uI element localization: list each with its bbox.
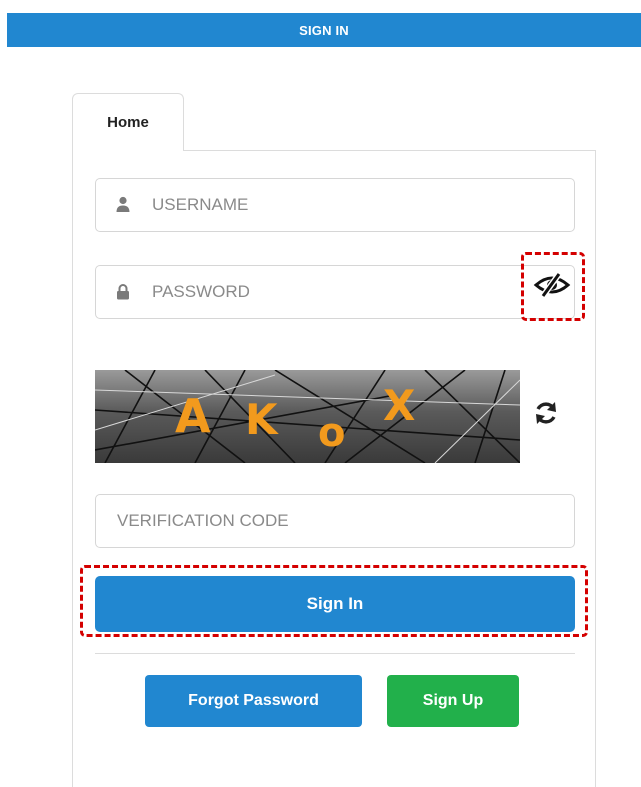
username-input[interactable] — [96, 179, 574, 231]
captcha-char-1: A — [175, 389, 211, 443]
forgot-password-button[interactable]: Forgot Password — [145, 675, 362, 727]
password-field — [95, 265, 575, 319]
username-field — [95, 178, 575, 232]
top-bar: SIGN IN — [7, 13, 641, 47]
tab-home[interactable]: Home — [72, 93, 184, 151]
tab-home-label: Home — [107, 114, 149, 131]
captcha-char-3: o — [318, 410, 345, 456]
page-title: SIGN IN — [299, 22, 349, 38]
captcha-char-2: K — [245, 395, 279, 444]
refresh-captcha-icon[interactable] — [533, 400, 559, 426]
password-input[interactable] — [96, 266, 574, 318]
captcha-image: A K o X — [95, 370, 520, 463]
captcha-char-4: X — [383, 381, 415, 430]
divider — [95, 653, 575, 654]
tab-divider — [184, 150, 596, 151]
sign-in-button[interactable]: Sign In — [95, 576, 575, 632]
toggle-password-visibility-button[interactable] — [529, 265, 575, 305]
verification-code-input[interactable] — [96, 495, 574, 547]
verification-code-field — [95, 494, 575, 548]
sign-up-button[interactable]: Sign Up — [387, 675, 519, 727]
eye-slash-icon — [533, 272, 571, 298]
